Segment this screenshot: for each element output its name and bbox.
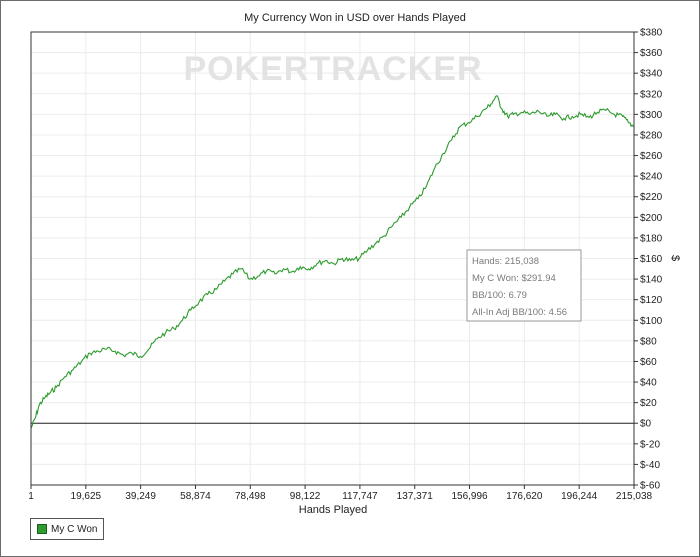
y-tick-label: $200 xyxy=(640,213,663,224)
y-tick-label: $140 xyxy=(640,275,663,286)
watermark: POKERTRACKER xyxy=(183,50,482,88)
x-tick-label: 98,122 xyxy=(290,491,321,502)
x-tick-label: 156,996 xyxy=(451,491,488,502)
y-tick-label: $80 xyxy=(640,336,657,347)
x-tick-label: 78,498 xyxy=(235,491,266,502)
legend-label: My C Won xyxy=(51,523,98,535)
legend-swatch xyxy=(37,524,47,534)
y-tick-label: $300 xyxy=(640,110,663,121)
x-tick-label: 215,038 xyxy=(616,491,653,502)
x-axis-label: Hands Played xyxy=(299,504,368,516)
stats-box: Hands: 215,038 My C Won: $291.94 BB/100:… xyxy=(466,249,582,322)
y-tick-label: $160 xyxy=(640,254,663,265)
x-tick-label: 1 xyxy=(28,491,34,502)
y-tick-label: $260 xyxy=(640,151,663,162)
y-tick-label: $180 xyxy=(640,233,663,244)
y-tick-label: $280 xyxy=(640,130,663,141)
y-tick-label: $0 xyxy=(640,419,652,430)
y-tick-label: $60 xyxy=(640,357,657,368)
y-tick-label: $120 xyxy=(640,295,663,306)
y-tick-label: $-40 xyxy=(640,460,660,471)
chart-title: My Currency Won in USD over Hands Played xyxy=(244,12,466,24)
y-axis-label: $ xyxy=(669,255,681,261)
y-tick-label: $-20 xyxy=(640,439,660,450)
x-tick-label: 58,874 xyxy=(180,491,211,502)
y-tick-label: $100 xyxy=(640,316,663,327)
x-tick-label: 117,747 xyxy=(342,491,378,502)
stats-hands: Hands: 215,038 xyxy=(472,256,539,267)
x-tick-label: 176,620 xyxy=(506,491,543,502)
y-tick-label: $20 xyxy=(640,398,657,409)
stats-allin-bb100: All-In Adj BB/100: 4.56 xyxy=(472,307,567,318)
y-tick-label: $40 xyxy=(640,378,657,389)
x-tick-label: 196,244 xyxy=(561,491,598,502)
y-tick-label: $220 xyxy=(640,192,663,203)
line-chart: My Currency Won in USD over Hands Played… xyxy=(0,0,700,557)
y-tick-label: $320 xyxy=(640,89,663,100)
x-tick-label: 39,249 xyxy=(125,491,156,502)
y-tick-label: $380 xyxy=(640,28,663,39)
y-tick-label: $240 xyxy=(640,172,663,183)
x-tick-label: 19,625 xyxy=(71,491,102,502)
legend: My C Won xyxy=(30,518,104,540)
y-tick-label: $-60 xyxy=(640,481,660,492)
x-tick-label: 137,371 xyxy=(397,491,434,502)
stats-won: My C Won: $291.94 xyxy=(472,273,556,284)
stats-bb100: BB/100: 6.79 xyxy=(472,290,527,301)
chart-panel: My Currency Won in USD over Hands Played… xyxy=(0,0,700,557)
y-tick-label: $340 xyxy=(640,69,663,80)
y-tick-label: $360 xyxy=(640,48,663,59)
